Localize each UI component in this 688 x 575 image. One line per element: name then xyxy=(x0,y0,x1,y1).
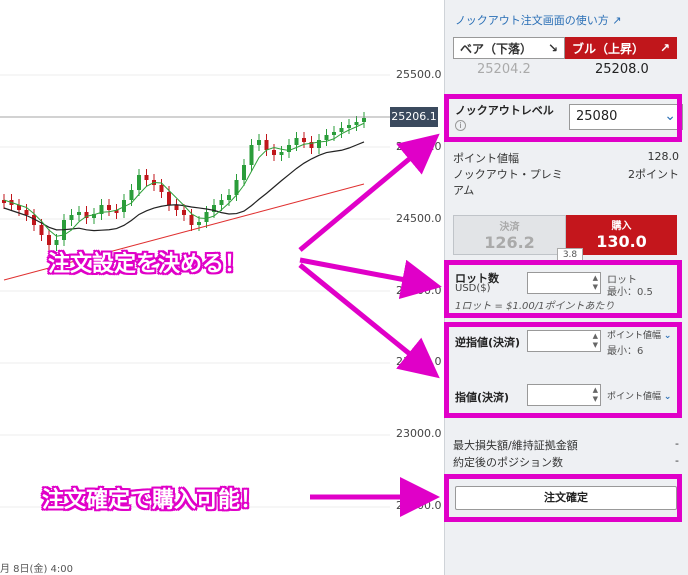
candle-body xyxy=(219,200,224,205)
candle-body xyxy=(332,132,336,135)
candle-body xyxy=(339,128,344,132)
candle-body xyxy=(362,118,366,122)
highlight-stops xyxy=(444,322,682,418)
bear-button[interactable]: ベア（下落） ↘ xyxy=(453,37,565,59)
candle-body xyxy=(257,140,261,145)
candle-body xyxy=(249,145,254,165)
highlight-lot xyxy=(444,260,682,318)
candle-body xyxy=(189,215,194,225)
candle-body xyxy=(242,165,246,180)
candle-body xyxy=(197,222,201,225)
candle-body xyxy=(39,225,44,235)
candle-body xyxy=(272,150,276,155)
bull-price: 25208.0 xyxy=(595,62,649,77)
candle-body xyxy=(302,138,306,142)
candle-body xyxy=(137,175,141,190)
help-link[interactable]: ノックアウト注文画面の使い方 ↗ xyxy=(455,12,622,28)
candle-body xyxy=(294,138,299,145)
external-link-icon: ↗ xyxy=(612,14,622,27)
candle-body xyxy=(182,210,186,215)
premium-row: ノックアウト・プレミアム 2ポイント xyxy=(453,168,679,197)
candle-body xyxy=(317,140,321,148)
candle-body xyxy=(204,212,209,222)
y-axis-label: 24500.0 xyxy=(396,212,442,225)
candle-body xyxy=(174,205,179,210)
positions-after-row: 約定後のポジション数 - xyxy=(453,454,679,469)
candle-body xyxy=(324,135,329,140)
y-axis-label: 24000.0 xyxy=(396,284,442,297)
current-price-tag: 25206.1 xyxy=(390,107,438,127)
sell-button[interactable]: 決済 126.2 xyxy=(453,215,566,255)
candle-body xyxy=(107,205,111,210)
y-axis-label: 23000.0 xyxy=(396,427,442,440)
x-axis-date-label: 月 8日(金) 4:00 xyxy=(0,564,73,575)
bull-button[interactable]: ブル（上昇） ↗ xyxy=(565,37,677,59)
candle-body xyxy=(77,212,81,215)
highlight-confirm xyxy=(444,474,682,522)
arrow-up-right-icon: ↗ xyxy=(659,41,670,55)
callout-confirm: 注文確定で購入可能！ xyxy=(42,488,263,513)
candle-body xyxy=(47,235,51,245)
y-axis-label: 23500.0 xyxy=(396,355,442,368)
candle-body xyxy=(129,190,134,200)
bear-price: 25204.2 xyxy=(477,62,531,77)
candle-body xyxy=(167,192,171,205)
point-width-row: ポイント値幅 128.0 xyxy=(453,150,679,165)
max-loss-row: 最大損失額/維持証拠金額 - xyxy=(453,437,679,452)
y-axis-label: 22500.0 xyxy=(396,499,442,512)
candle-body xyxy=(54,240,59,245)
candle-body xyxy=(354,122,359,125)
candle-body xyxy=(347,125,351,128)
candle-body xyxy=(279,152,284,155)
candle-body xyxy=(264,140,269,150)
arrow-down-right-icon: ↘ xyxy=(547,41,558,55)
candle-body xyxy=(144,175,149,180)
callout-settings: 注文設定を決める！ xyxy=(48,252,247,277)
highlight-knockout xyxy=(444,94,682,142)
candle-body xyxy=(159,185,164,192)
candle-body xyxy=(227,195,231,200)
direction-toggle: ベア（下落） ↘ ブル（上昇） ↗ xyxy=(453,37,677,59)
y-axis-label: 25500.0 xyxy=(396,68,442,81)
candle-body xyxy=(24,210,29,215)
candle-body xyxy=(69,215,74,220)
y-axis-label: 25000.0 xyxy=(396,140,442,153)
